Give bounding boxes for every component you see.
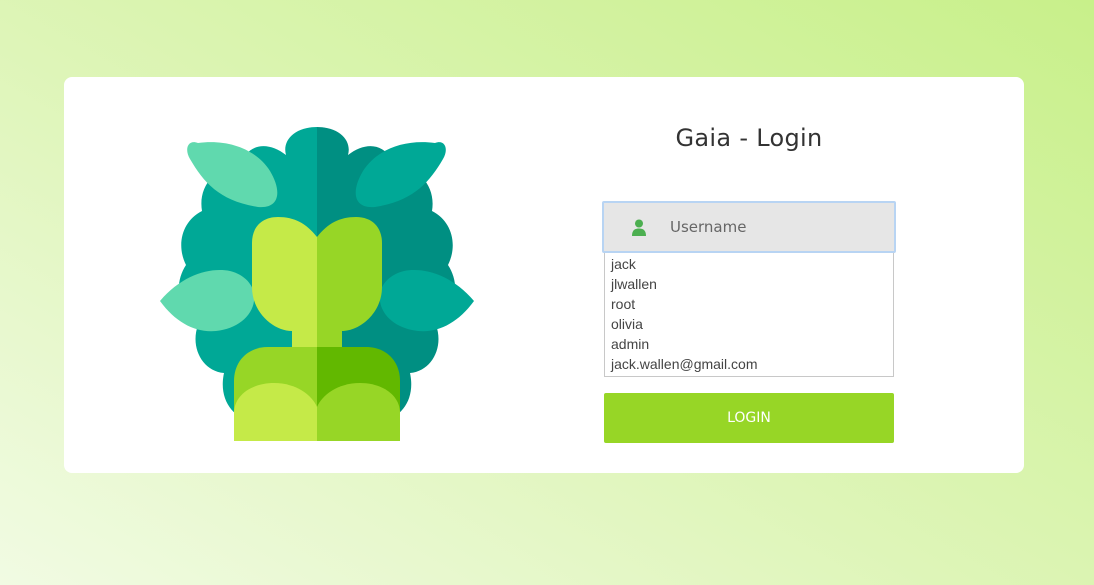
autocomplete-dropdown: jack jlwallen root olivia admin jack.wal…	[604, 253, 894, 377]
login-card: Gaia - Login jack jlwallen root olivia a…	[64, 77, 1024, 473]
autocomplete-option[interactable]: jack.wallen@gmail.com	[605, 354, 893, 374]
autocomplete-option[interactable]: jack	[605, 254, 893, 274]
autocomplete-option[interactable]: olivia	[605, 314, 893, 334]
autocomplete-option[interactable]: jlwallen	[605, 274, 893, 294]
autocomplete-option[interactable]: admin	[605, 334, 893, 354]
gaia-logo-icon	[160, 127, 474, 441]
username-field[interactable]	[602, 201, 896, 253]
autocomplete-option[interactable]: root	[605, 294, 893, 314]
page-title: Gaia - Login	[675, 124, 823, 152]
user-icon	[632, 219, 646, 236]
username-input[interactable]	[670, 203, 890, 251]
login-button[interactable]: LOGIN	[604, 393, 894, 443]
